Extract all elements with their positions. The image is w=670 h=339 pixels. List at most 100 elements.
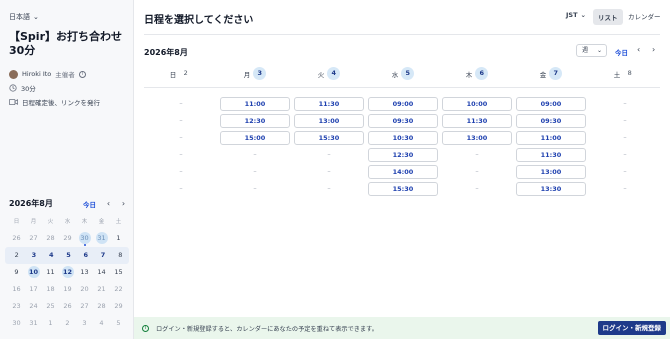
mini-calendar-day[interactable]: 8 [112,247,129,264]
chevron-left-icon[interactable]: ‹ [105,199,112,208]
time-slot-button[interactable]: 11:30 [516,148,586,162]
time-slot-button[interactable]: 12:30 [220,114,290,128]
mini-calendar-day[interactable]: 27 [25,230,42,247]
empty-slot: – [327,150,331,158]
login-signup-button[interactable]: ログイン・新規登録 [597,321,666,335]
mini-calendar-day[interactable]: 30 [8,315,25,332]
empty-slot: – [179,99,183,107]
language-selector[interactable]: 日本語 ⌄ [9,12,39,22]
time-slot-button[interactable]: 13:00 [294,114,364,128]
time-slot-button[interactable]: 14:00 [368,165,438,179]
view-list-button[interactable]: リスト [593,9,623,25]
day-header: 水5 [366,67,440,80]
time-slot-button[interactable]: 10:30 [368,131,438,145]
time-slot-button[interactable]: 15:00 [220,131,290,145]
mini-calendar-day[interactable]: 23 [8,298,25,315]
mini-calendar-day[interactable]: 10 [25,264,42,281]
empty-slot: – [179,133,183,141]
mini-calendar-day[interactable]: 31 [25,315,42,332]
empty-slot: – [253,167,257,175]
time-slot-button[interactable]: 15:30 [368,182,438,196]
time-slot-button[interactable]: 13:00 [442,131,512,145]
mini-calendar-day[interactable]: 4 [93,315,110,332]
mini-calendar-day[interactable]: 26 [8,230,25,247]
mini-calendar-day[interactable]: 20 [76,281,93,298]
time-slot-button[interactable]: 09:30 [368,114,438,128]
mini-calendar-day[interactable]: 26 [59,298,76,315]
empty-slot: – [327,184,331,192]
mini-calendar-day[interactable]: 27 [76,298,93,315]
time-slot-button[interactable]: 15:30 [294,131,364,145]
mini-calendar-day[interactable]: 3 [76,315,93,332]
mini-calendar-day[interactable]: 12 [59,264,76,281]
page-title: 日程を選択してください [144,15,254,26]
mini-calendar-day-number: 30 [78,232,91,244]
timezone-label: JST [566,11,578,19]
mini-calendar-day[interactable]: 1 [42,315,59,332]
mini-calendar-day[interactable]: 7 [94,247,111,264]
mini-calendar-day[interactable]: 9 [8,264,25,281]
day-header: 金7 [514,67,588,80]
range-select-value: 週 [582,47,589,54]
day-slot-column: 10:00 11:30 13:00 – – – [440,97,514,199]
chevron-right-icon[interactable]: › [652,45,655,54]
mini-calendar-day[interactable]: 16 [8,281,25,298]
time-slot-button[interactable]: 13:30 [516,182,586,196]
time-slot-button[interactable]: 09:30 [516,114,586,128]
mini-calendar-day[interactable]: 3 [25,247,42,264]
range-select[interactable]: 週 ⌄ [576,44,607,57]
mini-calendar-day[interactable]: 18 [42,281,59,298]
time-slot-button[interactable]: 11:30 [294,97,364,111]
timezone-selector[interactable]: JST ⌄ [566,11,586,19]
mini-calendar-day[interactable]: 4 [43,247,60,264]
mini-calendar-day[interactable]: 1 [110,230,127,247]
mini-calendar-day[interactable]: 24 [25,298,42,315]
mini-calendar-day[interactable]: 30 [76,230,93,247]
mini-calendar-day[interactable]: 2 [8,247,25,264]
empty-slot: – [623,133,627,141]
mini-calendar-day[interactable]: 28 [93,298,110,315]
mini-calendar-day[interactable]: 13 [76,264,93,281]
today-button[interactable]: 今日 [615,47,628,57]
time-slot-button[interactable]: 11:30 [442,114,512,128]
empty-slot: – [623,99,627,107]
mini-calendar-week: 9 10 11 12 13 14 15 [0,264,134,281]
time-slot-button[interactable]: 11:00 [220,97,290,111]
time-slot-button[interactable]: 11:00 [516,131,586,145]
day-of-week: 木 [465,70,473,79]
mini-calendar-day[interactable]: 19 [59,281,76,298]
time-slot-button[interactable]: 13:00 [516,165,586,179]
chevron-left-icon[interactable]: ‹ [637,45,640,54]
mini-calendar-day[interactable]: 21 [93,281,110,298]
mini-calendar-day[interactable]: 29 [110,298,127,315]
day-of-week: 日 [169,70,177,79]
clock-icon [9,84,17,92]
mini-calendar-day[interactable]: 5 [60,247,77,264]
mini-calendar-today-button[interactable]: 今日 [83,199,96,209]
mini-calendar-day[interactable]: 2 [59,315,76,332]
mini-calendar-day[interactable]: 17 [25,281,42,298]
info-icon[interactable]: i [78,70,86,78]
mini-calendar-day[interactable]: 25 [42,298,59,315]
day-slot-column: 11:00 12:30 15:00 – – – [218,97,292,199]
mini-calendar-day[interactable]: 28 [42,230,59,247]
week-month-label: 2026年8月 [144,48,188,57]
view-calendar-button[interactable]: カレンダー [628,11,661,21]
empty-slot: – [623,116,627,124]
day-slot-column: 09:00 09:30 11:00 11:30 13:00 13:30 [514,97,588,199]
time-slot-button[interactable]: 12:30 [368,148,438,162]
time-slot-button[interactable]: 09:00 [516,97,586,111]
time-slot-button[interactable]: 10:00 [442,97,512,111]
mini-calendar-day[interactable]: 29 [59,230,76,247]
mini-calendar-day[interactable]: 22 [110,281,127,298]
mini-calendar-day[interactable]: 15 [110,264,127,281]
time-slot-button[interactable]: 09:00 [368,97,438,111]
mini-calendar-day[interactable]: 6 [77,247,94,264]
mini-calendar-day[interactable]: 14 [93,264,110,281]
chevron-right-icon[interactable]: › [120,199,127,208]
empty-slot: – [253,150,257,158]
mini-calendar-day[interactable]: 11 [42,264,59,281]
mini-calendar-day[interactable]: 31 [93,230,110,247]
day-header: 月3 [218,67,292,80]
mini-calendar-day[interactable]: 5 [110,315,127,332]
